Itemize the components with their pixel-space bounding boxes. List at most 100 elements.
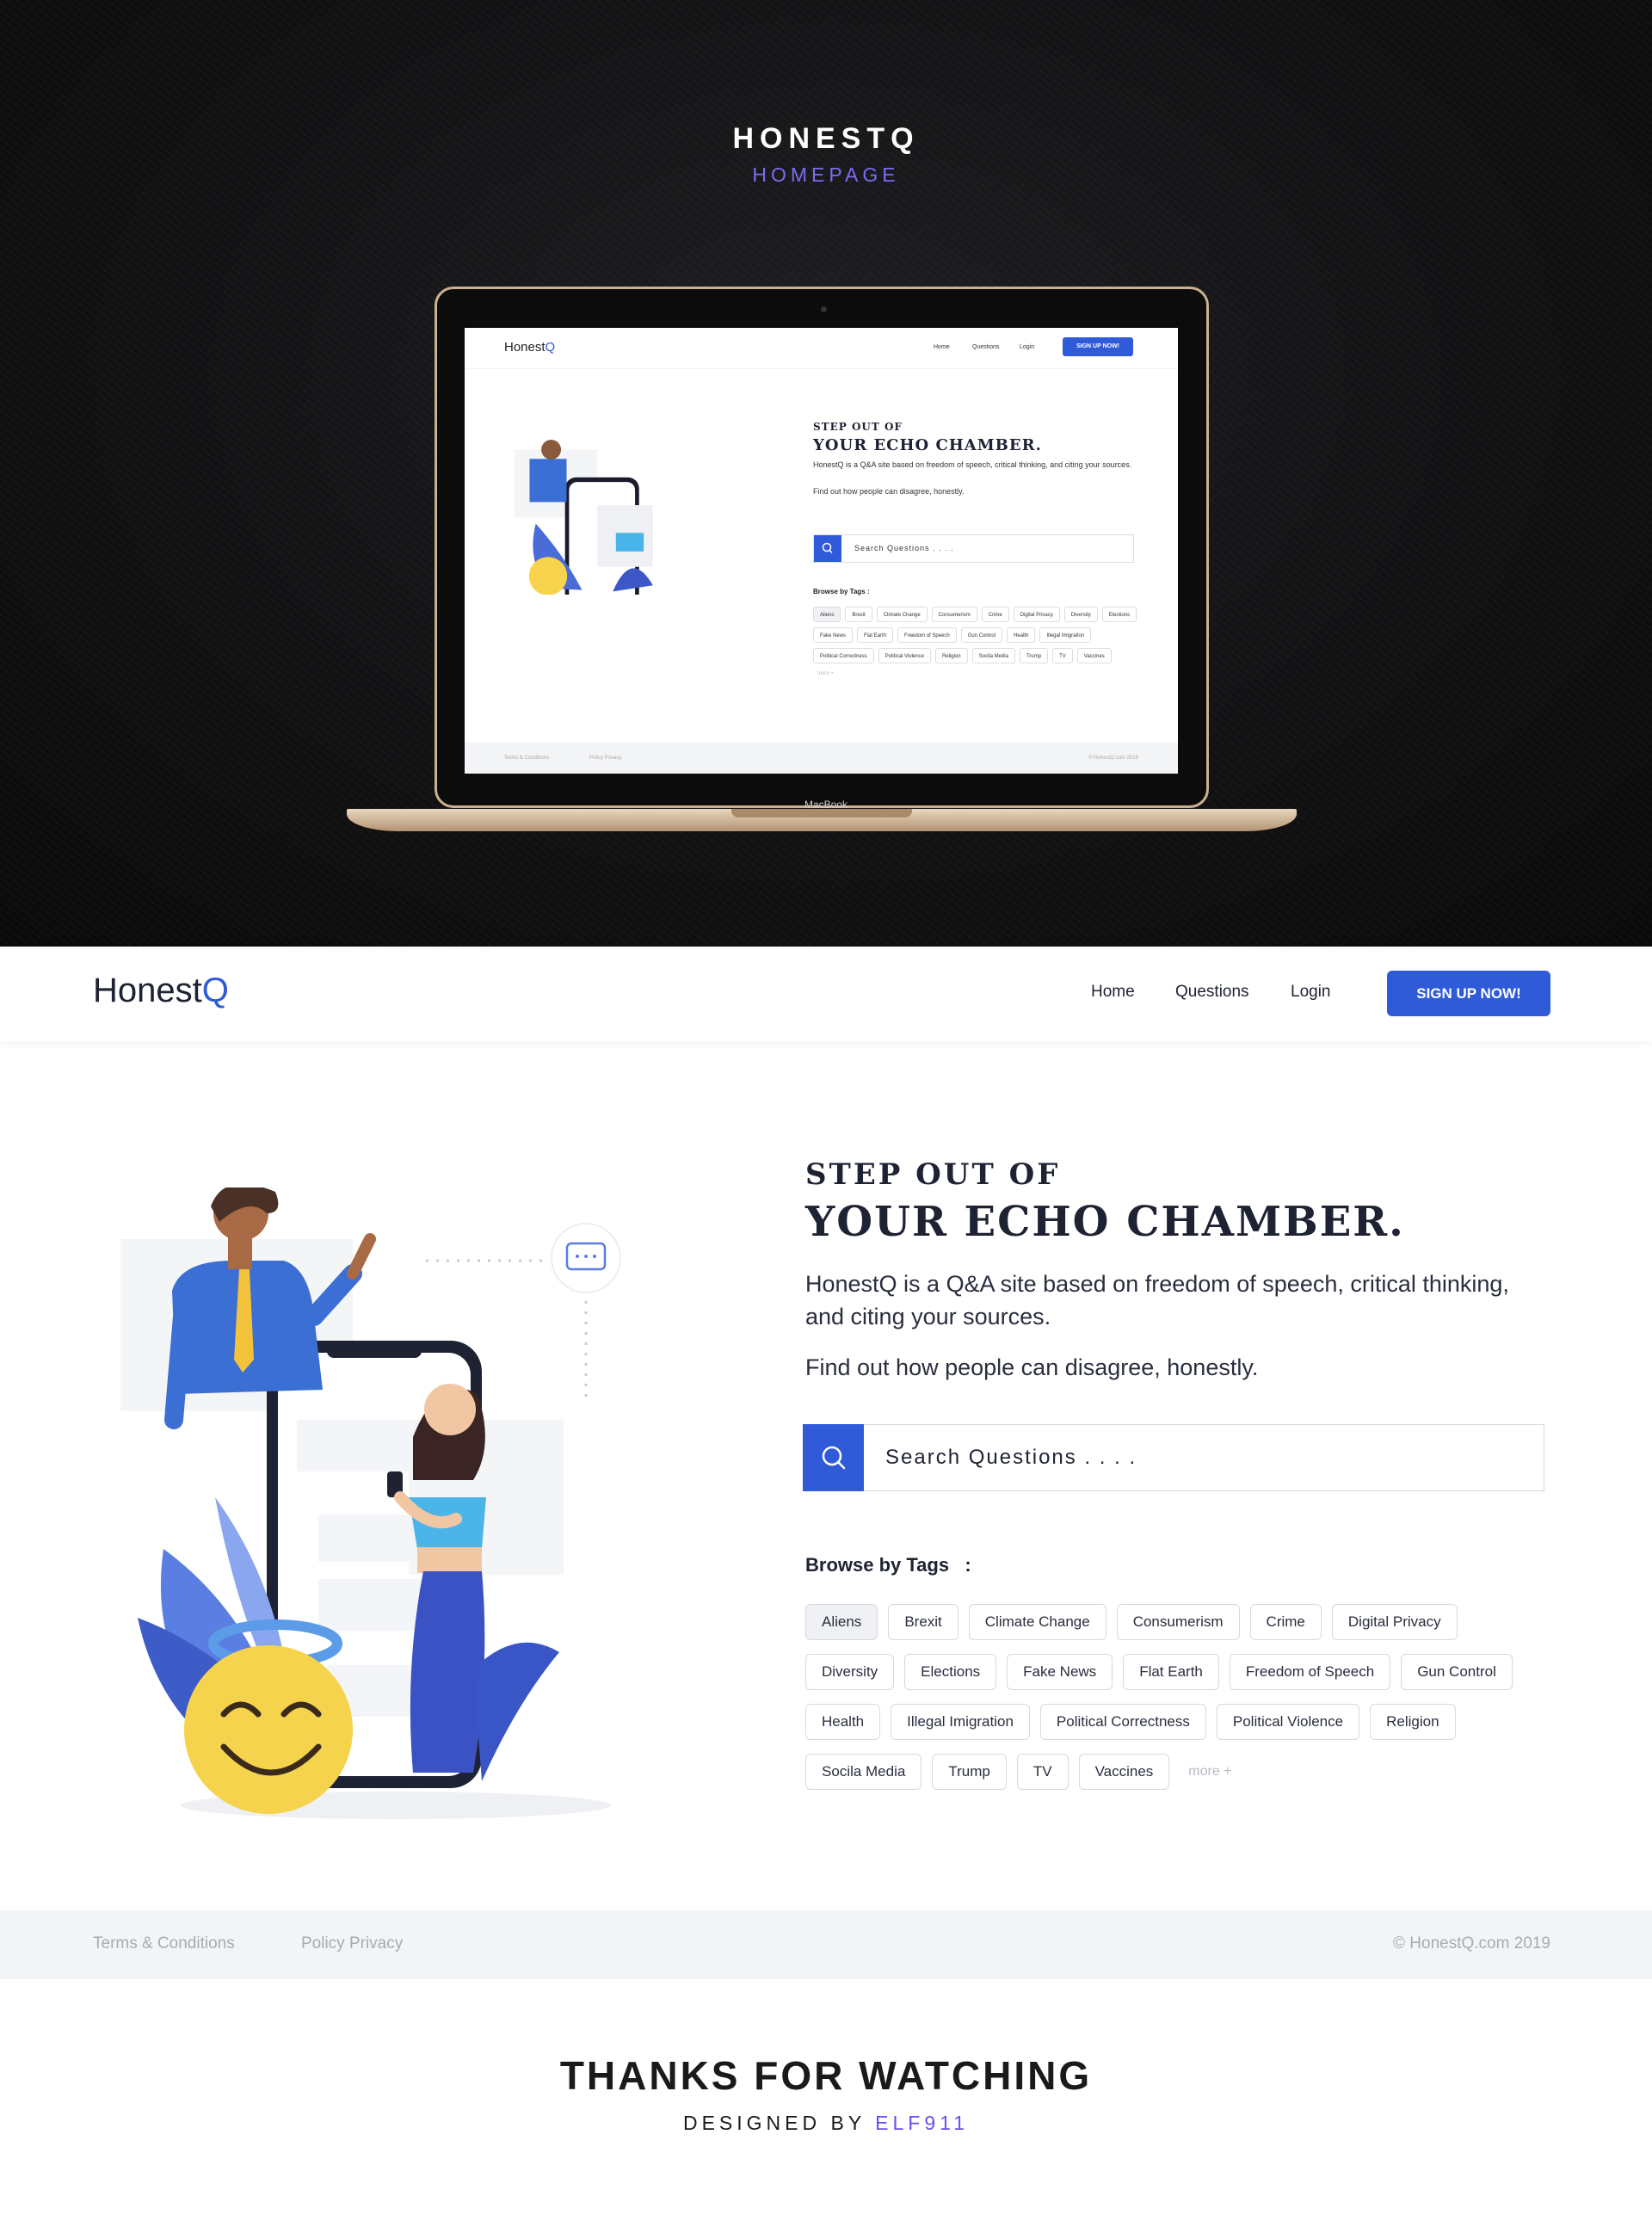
search-bar: [803, 1424, 1544, 1491]
tag-chip[interactable]: Consumerism: [1116, 1604, 1240, 1640]
tag-chip[interactable]: Aliens: [805, 1604, 878, 1640]
laptop-camera: [821, 306, 827, 312]
tag-chip[interactable]: TV: [1016, 1754, 1069, 1790]
hero-illustration: [120, 1188, 621, 1819]
tag-list: Aliens Brexit Climate Change Consumerism Cri…: [805, 1604, 1554, 1790]
mini-tag-chip: Diversity: [1063, 607, 1098, 622]
nav-home[interactable]: Home: [1091, 983, 1135, 1002]
mini-nav-login: Login: [1020, 344, 1035, 350]
designed-by-line: DESIGNED BY ELF911: [0, 2112, 1652, 2135]
plant-right: [473, 1642, 559, 1781]
showcase-title: HONESTQ: [732, 122, 920, 155]
laptop-mockup: HonestQ Home Questions Login SIGN UP NOW…: [435, 287, 1209, 808]
signup-button[interactable]: SIGN UP NOW!: [1387, 971, 1550, 1016]
tag-chip[interactable]: Fake News: [1007, 1654, 1113, 1690]
mini-nav-questions: Questions: [972, 344, 1000, 350]
search-icon: [822, 1446, 846, 1470]
tag-chip[interactable]: Gun Control: [1401, 1654, 1513, 1690]
mini-footer-privacy: Policy Privacy: [589, 756, 622, 761]
laptop-label: MacBook: [804, 799, 848, 811]
tag-chip[interactable]: Trump: [932, 1754, 1007, 1790]
mini-tag-chip: Political Correctness: [813, 648, 874, 663]
hero-tagline: Find out how people can disagree, honest…: [805, 1354, 1259, 1380]
mini-tag-chip: Political Violence: [878, 648, 931, 663]
tag-chip[interactable]: Vaccines: [1078, 1754, 1170, 1790]
mini-tag-chip: Health: [1007, 627, 1036, 643]
mini-hero-illustration: [514, 440, 653, 595]
logo-text: Honest: [93, 972, 202, 1009]
mini-footer-terms: Terms & Conditions: [504, 756, 550, 761]
tag-chip[interactable]: Political Violence: [1216, 1704, 1360, 1740]
mini-tagline: Find out how people can disagree, honest…: [813, 487, 965, 496]
mini-footer-copyright: © HonestQ.com 2019: [1088, 756, 1138, 761]
mini-tag-chip: Socila Media: [971, 648, 1015, 663]
tag-chip[interactable]: Socila Media: [805, 1754, 922, 1790]
mini-signup-button: SIGN UP NOW!: [1063, 337, 1133, 356]
site-logo[interactable]: Honest Q: [93, 972, 229, 1010]
mini-tag-chip: Fake News: [813, 627, 854, 643]
designed-by-label: DESIGNED BY: [682, 2112, 866, 2134]
mini-tag-chip: Brexit: [845, 607, 872, 622]
hero-heading-large: YOUR ECHO CHAMBER.: [805, 1198, 1405, 1246]
mini-more-tags: more +: [817, 671, 834, 676]
footer-privacy-link[interactable]: Policy Privacy: [301, 1934, 403, 1953]
showcase-section: HONESTQ HOMEPAGE HonestQ Home Questions …: [0, 0, 1652, 947]
mini-heading-small: STEP OUT OF: [813, 421, 903, 433]
site-header: Honest Q Home Questions Login SIGN UP NOW…: [0, 947, 1652, 1041]
mini-tag-chip: Vaccines: [1076, 648, 1112, 663]
mini-search: Search Questions . . . .: [813, 534, 1134, 563]
tag-chip[interactable]: Crime: [1249, 1604, 1322, 1640]
tag-chip[interactable]: Freedom of Speech: [1229, 1654, 1391, 1690]
tag-chip[interactable]: Climate Change: [968, 1604, 1106, 1640]
mini-tag-chip: Freedom of Speech: [897, 627, 957, 643]
footer-copyright: © HonestQ.com 2019: [1393, 1934, 1550, 1952]
tag-chip[interactable]: Illegal Imigration: [891, 1704, 1030, 1740]
logo-accent: Q: [201, 972, 229, 1009]
tag-chip[interactable]: Elections: [904, 1654, 997, 1690]
showcase-subtitle: HOMEPAGE: [752, 163, 900, 186]
nav-login[interactable]: Login: [1291, 983, 1331, 1002]
laptop-screen-preview: HonestQ Home Questions Login SIGN UP NOW…: [465, 328, 1178, 774]
mini-tag-chip: Trump: [1019, 648, 1049, 663]
more-tags-link[interactable]: more +: [1180, 1754, 1240, 1790]
tag-chip[interactable]: Diversity: [805, 1654, 895, 1690]
mini-browse-label: Browse by Tags :: [813, 588, 870, 595]
search-input[interactable]: [885, 1440, 1522, 1475]
mini-search-icon: [814, 535, 841, 562]
chat-bubble-icon: [551, 1223, 621, 1293]
nav-questions[interactable]: Questions: [1175, 983, 1249, 1002]
site-footer: Terms & Conditions Policy Privacy © Hone…: [0, 1910, 1652, 1979]
mini-nav-home: Home: [934, 344, 950, 350]
laptop-base: [347, 809, 1297, 831]
tag-chip[interactable]: Religion: [1370, 1704, 1456, 1740]
mini-tag-chip: Aliens: [813, 607, 841, 622]
mini-search-placeholder: Search Questions . . . .: [854, 544, 954, 552]
designer-name: ELF911: [875, 2112, 970, 2134]
mini-tag-list: Aliens Brexit Climate Change Consumerism Cri…: [813, 607, 1140, 679]
footer-terms-link[interactable]: Terms & Conditions: [93, 1934, 235, 1953]
mini-tag-chip: Elections: [1101, 607, 1137, 622]
search-button[interactable]: [803, 1424, 864, 1491]
mini-tag-chip: Crime: [981, 607, 1009, 622]
tag-chip[interactable]: Digital Privacy: [1331, 1604, 1458, 1640]
mini-header: HonestQ Home Questions Login SIGN UP NOW…: [465, 328, 1178, 369]
mini-tag-chip: Flat Earth: [857, 627, 894, 643]
mini-footer: Terms & Conditions Policy Privacy © Hone…: [465, 743, 1178, 774]
mini-tag-chip: TV: [1052, 648, 1073, 663]
mini-heading-large: YOUR ECHO CHAMBER.: [813, 436, 1042, 454]
mini-tag-chip: Consumerism: [931, 607, 977, 622]
tag-chip[interactable]: Political Correctness: [1039, 1704, 1206, 1740]
hero-description: HonestQ is a Q&A site based on freedom o…: [805, 1271, 1509, 1329]
tag-chip[interactable]: Health: [805, 1704, 881, 1740]
thanks-heading: THANKS FOR WATCHING: [559, 2053, 1093, 2098]
mini-tag-chip: Gun Control: [960, 627, 1003, 643]
mini-tag-chip: Digital Privacy: [1013, 607, 1060, 622]
tag-chip[interactable]: Flat Earth: [1123, 1654, 1219, 1690]
mini-logo: HonestQ: [504, 340, 556, 355]
hero-heading-small: STEP OUT OF: [805, 1157, 1061, 1192]
mini-tag-chip: Religion: [934, 648, 968, 663]
mini-description: HonestQ is a Q&A site based on freedom o…: [813, 460, 1132, 469]
mini-tag-chip: Climate Change: [876, 607, 928, 622]
browse-tags-label: Browse by Tags :: [805, 1554, 971, 1576]
tag-chip[interactable]: Brexit: [888, 1604, 959, 1640]
